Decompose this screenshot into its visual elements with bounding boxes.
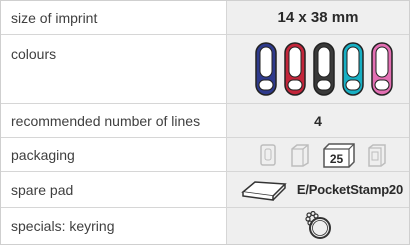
packaging-value: 25 [227,138,409,172]
keyring-value [227,208,409,244]
keyring-icon [305,211,331,239]
recommended-lines-label: recommended number of lines [1,104,227,138]
spare-pad-code: E/PocketStamp20 [296,182,403,197]
box-of-25-icon: 25 [323,142,355,168]
recommended-lines-value: 4 [227,104,409,138]
spare-pad-value: E/PocketStamp20 [227,172,409,208]
stamp-red-icon [284,42,306,96]
colours-label: colours [1,35,227,104]
colours-value [227,35,409,104]
spare-pad-content: E/PocketStamp20 [227,172,409,207]
stamp-turquoise-icon [342,42,364,96]
single-pack-icon [260,143,276,166]
colour-swatches [243,35,393,103]
size-of-imprint-value: 14 x 38 mm [227,1,409,35]
stamp-pink-icon [371,42,393,96]
box-count-label: 25 [330,152,344,166]
packaging-label: packaging [1,138,227,172]
packaging-icons: 25 [248,138,388,171]
stamp-black-icon [313,42,335,96]
spec-table: size of imprint 14 x 38 mm colours recom… [0,0,410,245]
size-of-imprint-label: size of imprint [1,1,227,35]
bulk-pack-icon [368,143,386,167]
stamp-blue-icon [255,42,277,96]
ink-pad-icon [241,180,287,201]
spare-pad-label: spare pad [1,172,227,208]
keyring-label: specials: keyring [1,208,227,244]
double-pack-icon [291,143,309,167]
